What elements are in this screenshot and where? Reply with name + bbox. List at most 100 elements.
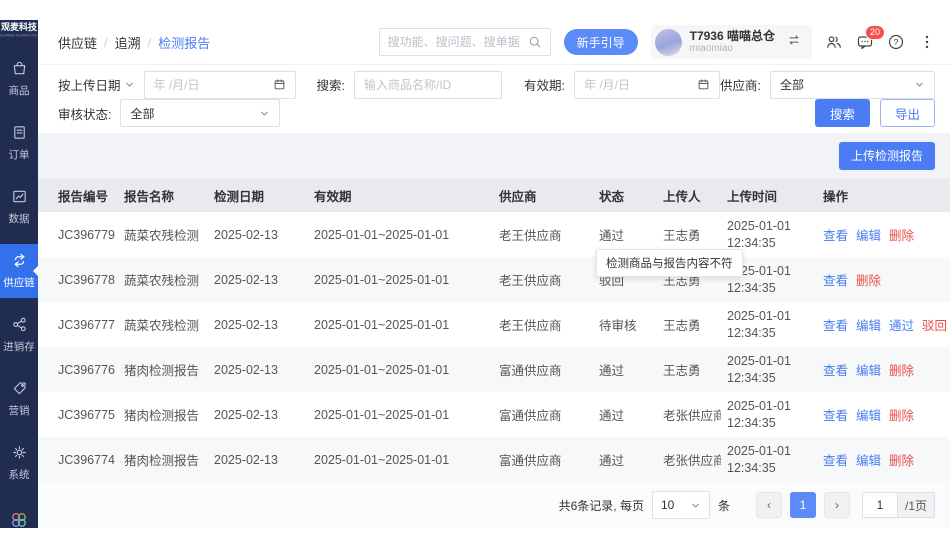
product-search-input[interactable] <box>354 70 502 99</box>
brand-logo-subtext: GUANMAI TECHNOLOGY <box>0 33 39 38</box>
upload-report-button[interactable]: 上传检测报告 <box>838 141 935 170</box>
action-view-link[interactable]: 查看 <box>823 274 848 288</box>
action-edit-link[interactable]: 编辑 <box>856 229 881 243</box>
sidebar-item-inventory[interactable]: 进销存 <box>0 308 38 362</box>
date-type-label: 按上传日期 <box>58 79 121 94</box>
sidebar-item-supply-chain[interactable]: 供应链 <box>0 244 38 298</box>
sidebar-item-data[interactable]: 数据 <box>0 180 38 234</box>
audit-status-select[interactable]: 全部 <box>120 99 281 128</box>
beginner-guide-button[interactable]: 新手引导 <box>563 29 638 55</box>
record-summary: 共6条记录, 每页 <box>558 498 644 513</box>
switch-warehouse-icon[interactable] <box>787 33 801 52</box>
export-button[interactable]: 导出 <box>879 99 935 128</box>
sidebar-item-goods[interactable]: 商品 <box>0 52 38 106</box>
sidebar-item-label: 系统 <box>8 469 30 481</box>
validity-date-input[interactable]: 年 /月/日 <box>573 70 720 99</box>
upload-date-input[interactable]: 年 /月/日 <box>143 70 296 99</box>
report-id-cell: JC396775 <box>38 392 118 437</box>
sidebar-item-marketing[interactable]: 营销 <box>0 372 38 426</box>
action-delete-link[interactable]: 删除 <box>856 274 881 288</box>
action-reject-link[interactable]: 驳回 <box>922 319 947 333</box>
search-icon[interactable] <box>528 35 542 49</box>
chevron-down-icon <box>916 82 923 87</box>
supplier-cell: 富通供应商 <box>493 347 593 392</box>
calendar-icon <box>698 79 709 90</box>
table-row[interactable]: JC396778 蔬菜农残检测 2025-02-13 2025-01-01~20… <box>38 257 950 302</box>
report-id-cell: JC396779 <box>38 212 118 257</box>
actions-cell: 查看 编辑 通过 驳回 <box>817 302 950 347</box>
user-menu[interactable]: T7936 喵喵总仓 miaomiao <box>650 25 812 59</box>
search-field-label: 搜索: <box>316 79 345 94</box>
upload-time-cell: 2025-01-01 12:34:35 <box>721 347 817 392</box>
upload-time-cell: 2025-01-01 12:34:35 <box>721 392 817 437</box>
more-menu-button[interactable] <box>918 33 936 51</box>
action-edit-link[interactable]: 编辑 <box>856 454 881 468</box>
page-size-select[interactable]: 10 <box>651 491 710 519</box>
test-date-cell: 2025-02-13 <box>208 347 308 392</box>
chart-icon <box>11 188 28 208</box>
table-row[interactable]: JC396776 猪肉检测报告 2025-02-13 2025-01-01~20… <box>38 347 950 392</box>
date-type-dropdown[interactable]: 按上传日期 <box>58 75 135 94</box>
sidebar-nav: 商品 订单 数据 供应链 进销存 营销 系统 <box>0 38 38 549</box>
page-jump-input[interactable] <box>861 492 898 518</box>
action-delete-link[interactable]: 删除 <box>889 229 914 243</box>
action-delete-link[interactable]: 删除 <box>889 364 914 378</box>
help-button[interactable]: ? <box>887 33 905 51</box>
col-test-date: 检测日期 <box>208 178 308 212</box>
actions-cell: 查看 编辑 删除 <box>817 437 950 482</box>
action-delete-link[interactable]: 删除 <box>889 409 914 423</box>
breadcrumb-trace[interactable]: 追溯 <box>115 33 141 52</box>
bag-icon <box>11 60 28 80</box>
page-size-unit: 条 <box>717 498 730 513</box>
action-view-link[interactable]: 查看 <box>823 229 848 243</box>
app-grid-button[interactable] <box>0 500 38 549</box>
action-view-link[interactable]: 查看 <box>823 454 848 468</box>
user-subname: miaomiao <box>689 43 733 55</box>
user-names: T7936 喵喵总仓 miaomiao <box>690 29 775 55</box>
report-table-body: JC396779 蔬菜农残检测 2025-02-13 2025-01-01~20… <box>38 212 950 482</box>
test-date-cell: 2025-02-13 <box>208 302 308 347</box>
prev-page-button[interactable]: ‹ <box>755 492 782 518</box>
sidebar-item-orders[interactable]: 订单 <box>0 116 38 170</box>
sidebar-item-system[interactable]: 系统 <box>0 436 38 490</box>
table-row[interactable]: JC396774 猪肉检测报告 2025-02-13 2025-01-01~20… <box>38 437 950 482</box>
supplier-select[interactable]: 全部 <box>770 70 935 99</box>
topbar: 供应链 / 追溯 / 检测报告 新手引导 T7936 喵喵总仓 <box>38 20 950 64</box>
brand-logo[interactable]: 观麦科技 GUANMAI TECHNOLOGY <box>0 20 38 38</box>
table-row[interactable]: JC396779 蔬菜农残检测 2025-02-13 2025-01-01~20… <box>38 212 950 257</box>
action-edit-link[interactable]: 编辑 <box>856 319 881 333</box>
action-edit-link[interactable]: 编辑 <box>856 364 881 378</box>
report-id-cell: JC396778 <box>38 257 118 302</box>
next-page-button[interactable]: › <box>823 492 850 518</box>
action-view-link[interactable]: 查看 <box>823 364 848 378</box>
sidebar-item-label: 数据 <box>8 213 30 225</box>
table-row[interactable]: JC396775 猪肉检测报告 2025-02-13 2025-01-01~20… <box>38 392 950 437</box>
action-view-link[interactable]: 查看 <box>823 319 848 333</box>
report-name-cell: 猪肉检测报告 <box>118 437 208 482</box>
action-view-link[interactable]: 查看 <box>823 409 848 423</box>
global-search-input[interactable] <box>387 35 522 49</box>
status-cell: 通过 <box>593 392 657 437</box>
uploader-cell: 王志勇 <box>657 347 721 392</box>
filter-row-2: 审核状态: 全部 搜索 导出 <box>58 99 935 128</box>
upload-date-placeholder: 年 /月/日 <box>153 78 200 93</box>
search-button[interactable]: 搜索 <box>814 99 870 128</box>
app-window: 观麦科技 GUANMAI TECHNOLOGY 商品 订单 数据 供应链 进销存… <box>0 20 950 528</box>
messages-button[interactable]: 20 <box>856 25 886 51</box>
contacts-button[interactable] <box>825 33 843 51</box>
report-table: 报告编号 报告名称 检测日期 有效期 供应商 状态 上传人 上传时间 操作 JC… <box>38 178 950 482</box>
status-cell: 待审核 <box>593 302 657 347</box>
test-date-cell: 2025-02-13 <box>208 392 308 437</box>
action-edit-link[interactable]: 编辑 <box>856 409 881 423</box>
supply-chain-icon <box>11 252 28 272</box>
test-date-cell: 2025-02-13 <box>208 212 308 257</box>
chevron-down-icon <box>261 111 269 116</box>
action-approve-link[interactable]: 通过 <box>889 319 914 333</box>
sidebar-item-label: 进销存 <box>3 341 35 353</box>
page-1-button[interactable]: 1 <box>789 492 816 518</box>
status-tooltip: 检测商品与报告内容不符 <box>596 249 743 277</box>
action-delete-link[interactable]: 删除 <box>889 454 914 468</box>
table-row[interactable]: JC396777 蔬菜农残检测 2025-02-13 2025-01-01~20… <box>38 302 950 347</box>
screenshot-stage: 观麦科技 GUANMAI TECHNOLOGY 商品 订单 数据 供应链 进销存… <box>0 0 950 549</box>
breadcrumb-supply-chain[interactable]: 供应链 <box>58 33 97 52</box>
